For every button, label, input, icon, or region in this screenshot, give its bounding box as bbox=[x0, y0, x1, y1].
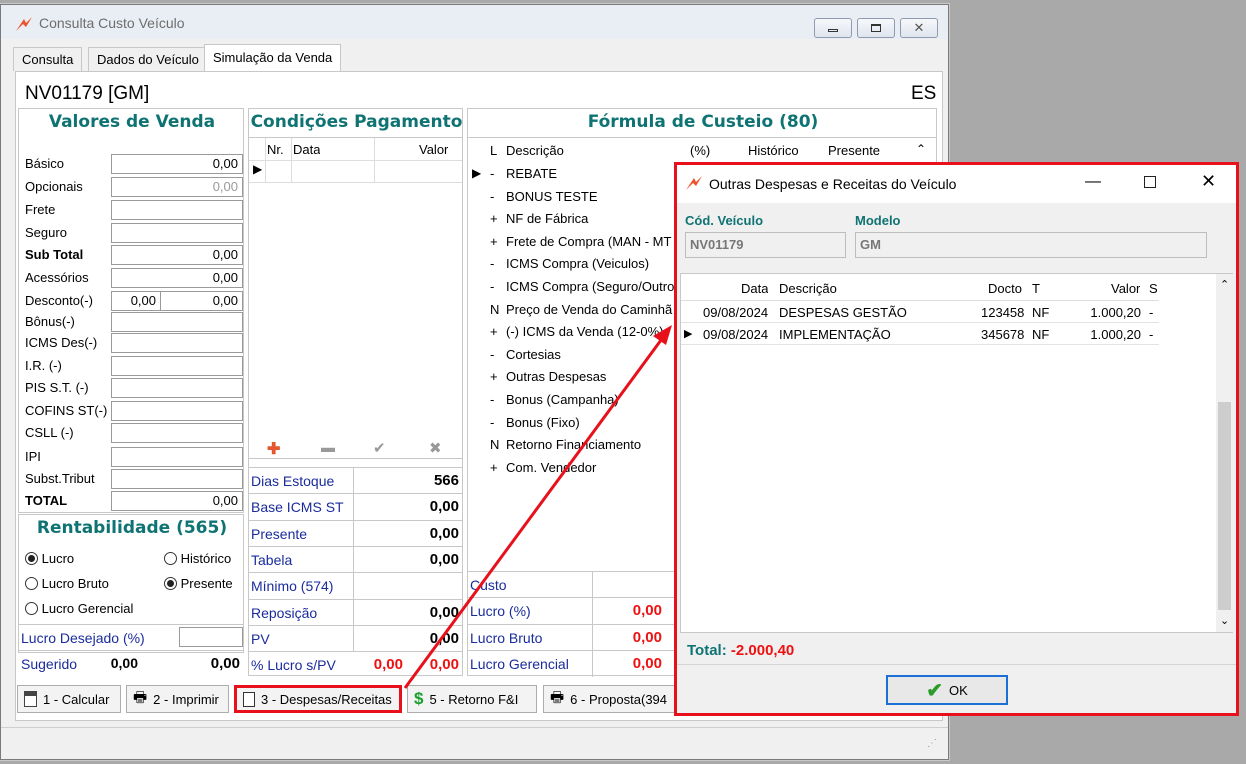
despesa-data-0: 09/08/2024 bbox=[703, 305, 769, 320]
despesas-receitas-dialog: Outras Despesas e Receitas do Veículo — … bbox=[674, 162, 1239, 716]
despesa-desc-0: DESPESAS GESTÃO bbox=[779, 305, 907, 320]
scroll-down-icon[interactable]: ⌄ bbox=[1220, 614, 1229, 627]
col-t: T bbox=[1032, 281, 1040, 296]
despesa-valor-1: 1.000,20 bbox=[1090, 327, 1141, 342]
cod-veiculo-field[interactable]: NV01179 bbox=[685, 232, 846, 258]
total-row: Total: -2.000,40 bbox=[687, 642, 794, 659]
despesas-grid[interactable]: Data Descrição Docto T Valor S 09/08/202… bbox=[680, 273, 1233, 633]
cod-veiculo-label: Cód. Veículo bbox=[685, 213, 764, 228]
despesa-docto-0: 123458 bbox=[981, 305, 1025, 320]
col-docto: Docto bbox=[988, 281, 1022, 296]
despesa-desc-1: IMPLEMENTAÇÃO bbox=[779, 327, 891, 342]
despesa-s-1: - bbox=[1149, 327, 1154, 342]
total-value: -2.000,40 bbox=[730, 642, 795, 659]
despesa-pointer-icon: ▶ bbox=[684, 328, 693, 340]
dialog-close-icon[interactable]: ✕ bbox=[1201, 171, 1216, 192]
despesa-t-0: NF bbox=[1032, 305, 1050, 320]
scroll-up-icon-2[interactable]: ⌃ bbox=[1220, 278, 1229, 291]
col-s: S bbox=[1149, 281, 1158, 296]
dialog-maximize-icon[interactable] bbox=[1144, 176, 1156, 188]
despesa-t-1: NF bbox=[1032, 327, 1050, 342]
modelo-label: Modelo bbox=[855, 213, 901, 228]
checkmark-icon: ✔ bbox=[926, 679, 943, 702]
despesa-docto-1: 345678 bbox=[981, 327, 1025, 342]
dialog-title-bar: Outras Despesas e Receitas do Veículo — … bbox=[677, 165, 1236, 203]
dialog-scrollbar[interactable]: ⌃ ⌄ bbox=[1216, 274, 1233, 632]
col-descricao: Descrição bbox=[779, 281, 837, 296]
scroll-thumb[interactable] bbox=[1218, 402, 1231, 610]
col-valor: Valor bbox=[1111, 281, 1141, 296]
total-label: Total: bbox=[687, 642, 727, 659]
despesa-s-0: - bbox=[1149, 305, 1154, 320]
col-data: Data bbox=[741, 281, 769, 296]
dialog-header-fields: Cód. Veículo NV01179 Modelo GM bbox=[677, 203, 1236, 273]
modelo-field[interactable]: GM bbox=[855, 232, 1207, 258]
ok-button[interactable]: ✔ OK bbox=[886, 675, 1008, 705]
dialog-app-logo-icon bbox=[686, 176, 702, 190]
despesa-data-1: 09/08/2024 bbox=[703, 327, 769, 342]
despesa-valor-0: 1.000,20 bbox=[1090, 305, 1141, 320]
ok-label: OK bbox=[948, 682, 968, 698]
dialog-title: Outras Despesas e Receitas do Veículo bbox=[709, 176, 957, 192]
dialog-minimize-icon[interactable]: — bbox=[1085, 173, 1101, 191]
